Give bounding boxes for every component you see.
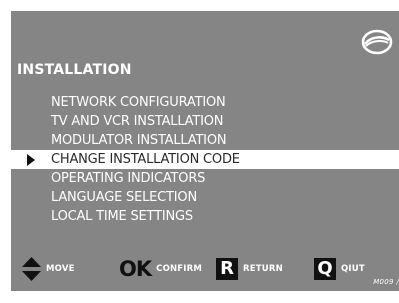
menu-item-label: MODULATOR INSTALLATION (51, 133, 227, 148)
ok-key-icon: OK (119, 257, 152, 281)
move-key[interactable]: MOVE (22, 257, 75, 281)
key-legend: MOVE OK CONFIRM R RETURN Q QIUT (11, 257, 399, 281)
menu-item-language-selection[interactable]: LANGUAGE SELECTION (11, 188, 399, 207)
menu-item-tv-vcr-installation[interactable]: TV AND VCR INSTALLATION (11, 112, 399, 131)
menu-item-operating-indicators[interactable]: OPERATING INDICATORS (11, 169, 399, 188)
menu-item-label: LOCAL TIME SETTINGS (51, 209, 193, 224)
r-key-icon: R (216, 258, 238, 280)
menu-item-change-installation-code[interactable]: CHANGE INSTALLATION CODE (11, 150, 399, 169)
quit-label: QIUT (341, 264, 365, 274)
installation-menu: NETWORK CONFIGURATION TV AND VCR INSTALL… (11, 93, 399, 226)
move-label: MOVE (46, 264, 75, 274)
menu-item-label: OPERATING INDICATORS (51, 171, 206, 186)
q-key-icon: Q (314, 258, 336, 280)
menu-item-label: TV AND VCR INSTALLATION (51, 114, 224, 129)
confirm-key[interactable]: OK CONFIRM (119, 257, 202, 281)
menu-item-network-configuration[interactable]: NETWORK CONFIGURATION (11, 93, 399, 112)
menu-item-label: CHANGE INSTALLATION CODE (51, 152, 240, 167)
return-key[interactable]: R RETURN (216, 257, 283, 281)
menu-item-label: LANGUAGE SELECTION (51, 190, 197, 205)
menu-item-modulator-installation[interactable]: MODULATOR INSTALLATION (11, 131, 399, 150)
ring-logo-icon (361, 29, 393, 55)
confirm-label: CONFIRM (156, 264, 203, 274)
return-label: RETURN (243, 264, 283, 274)
figure-code: M009 / (373, 278, 399, 286)
menu-item-label: NETWORK CONFIGURATION (51, 95, 226, 110)
selection-arrow-icon (27, 154, 35, 166)
up-down-arrows-icon (22, 257, 41, 281)
menu-item-local-time-settings[interactable]: LOCAL TIME SETTINGS (11, 207, 399, 226)
quit-key[interactable]: Q QIUT (314, 257, 365, 281)
page-title: INSTALLATION (17, 62, 132, 78)
tv-menu-screen: INSTALLATION NETWORK CONFIGURATION TV AN… (11, 11, 399, 291)
